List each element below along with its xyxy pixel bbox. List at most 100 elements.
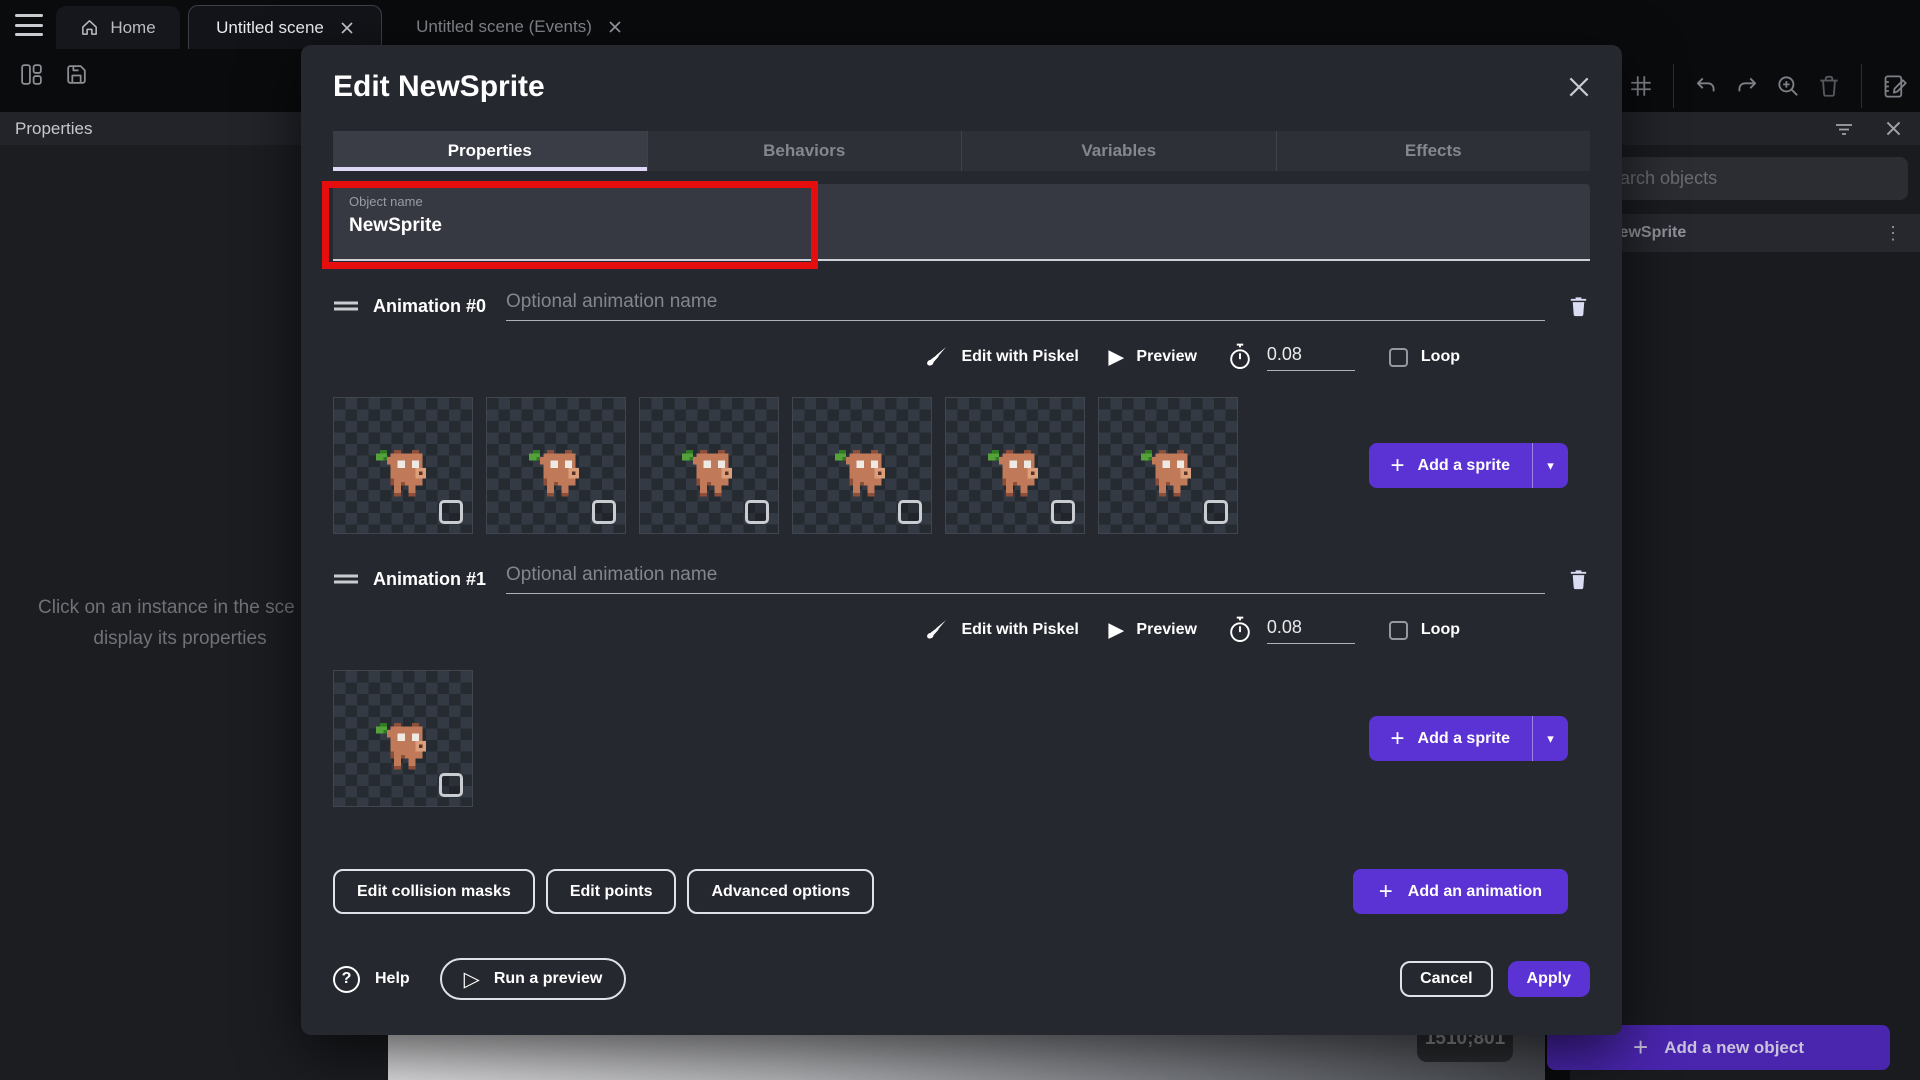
preview-label: Preview [1136, 621, 1196, 639]
object-name-field[interactable]: Object name [333, 184, 1590, 261]
tab-untitled-scene-events[interactable]: Untitled scene (Events) [388, 5, 650, 49]
pig-sprite-image [682, 450, 736, 500]
time-between-frames-field[interactable] [1267, 617, 1355, 644]
sprite-frame-thumbnail[interactable] [792, 397, 932, 534]
trash-icon[interactable] [1816, 73, 1842, 99]
close-panel-icon[interactable] [1885, 120, 1902, 137]
add-sprite-label: Add a sprite [1418, 730, 1510, 748]
add-sprite-split-button: + Add a sprite ▾ [1369, 716, 1568, 761]
add-animation-button[interactable]: + Add an animation [1353, 869, 1568, 914]
run-a-preview-label: Run a preview [494, 970, 602, 988]
left-toolbar [19, 62, 89, 87]
frame-select-checkbox[interactable] [439, 773, 463, 797]
object-name-label: Object name [349, 194, 1574, 209]
sprite-frame-thumbnail[interactable] [1098, 397, 1238, 534]
frame-select-checkbox[interactable] [1051, 500, 1075, 524]
tab-properties[interactable]: Properties [333, 131, 647, 171]
stopwatch-icon [1227, 343, 1253, 371]
loop-label: Loop [1421, 621, 1460, 639]
object-list-item[interactable]: NewSprite ⋮ [1570, 214, 1920, 252]
delete-animation-icon[interactable] [1567, 294, 1590, 318]
add-sprite-dropdown-button[interactable]: ▾ [1532, 716, 1568, 761]
animation-name-input[interactable] [506, 564, 1545, 593]
animation-section-1: Animation #1 Edit with Piskel ▶ Preview [333, 564, 1590, 807]
frame-select-checkbox[interactable] [898, 500, 922, 524]
object-menu-icon[interactable]: ⋮ [1884, 223, 1902, 244]
close-tab-icon[interactable] [340, 21, 354, 35]
loop-label: Loop [1421, 348, 1460, 366]
preview-button[interactable]: ▶ Preview [1109, 619, 1197, 642]
edit-points-button[interactable]: Edit points [546, 869, 677, 914]
save-icon[interactable] [64, 62, 89, 87]
help-button[interactable]: ? Help [333, 966, 410, 993]
tab-behaviors[interactable]: Behaviors [647, 131, 962, 171]
close-tab-icon[interactable] [608, 20, 622, 34]
advanced-options-button[interactable]: Advanced options [687, 869, 874, 914]
animation-name-input[interactable] [506, 291, 1545, 320]
frame-select-checkbox[interactable] [1204, 500, 1228, 524]
chevron-down-icon: ▾ [1547, 458, 1554, 474]
loop-checkbox[interactable] [1389, 621, 1408, 640]
sprite-frame-thumbnail[interactable] [333, 670, 473, 807]
drag-handle-icon[interactable] [333, 572, 359, 586]
scene-toolbar [1587, 64, 1908, 108]
redo-icon[interactable] [1734, 73, 1760, 99]
frame-select-checkbox[interactable] [745, 500, 769, 524]
dialog-secondary-actions: Edit collision masks Edit points Advance… [333, 869, 1590, 914]
zoom-icon[interactable] [1775, 73, 1801, 99]
loop-checkbox[interactable] [1389, 348, 1408, 367]
dialog-tabs: Properties Behaviors Variables Effects [333, 131, 1590, 171]
grid-icon[interactable] [1628, 73, 1654, 99]
plus-icon: + [1379, 880, 1393, 904]
time-between-frames-field[interactable] [1267, 344, 1355, 371]
edit-with-piskel-button[interactable]: Edit with Piskel [923, 345, 1078, 370]
add-sprite-button[interactable]: + Add a sprite [1369, 716, 1532, 761]
sprite-frame-thumbnail[interactable] [486, 397, 626, 534]
tab-untitled-scene[interactable]: Untitled scene [188, 5, 382, 49]
sprite-frame-thumbnail[interactable] [945, 397, 1085, 534]
tab-variables[interactable]: Variables [961, 131, 1276, 171]
delete-animation-icon[interactable] [1567, 567, 1590, 591]
panels-layout-icon[interactable] [19, 62, 44, 87]
plus-icon: + [1391, 727, 1405, 751]
pig-sprite-image [1141, 450, 1195, 500]
frame-select-checkbox[interactable] [592, 500, 616, 524]
cancel-button[interactable]: Cancel [1400, 961, 1492, 997]
toolbar-divider [1861, 64, 1862, 108]
pig-sprite-image [988, 450, 1042, 500]
time-between-frames-input[interactable] [1267, 344, 1355, 370]
edit-scene-properties-icon[interactable] [1881, 73, 1908, 100]
edit-collision-masks-button[interactable]: Edit collision masks [333, 869, 535, 914]
pig-sprite-image [529, 450, 583, 500]
tab-effects[interactable]: Effects [1276, 131, 1591, 171]
animation-name-field[interactable] [506, 564, 1545, 594]
edit-with-piskel-button[interactable]: Edit with Piskel [923, 618, 1078, 643]
filter-icon[interactable] [1833, 118, 1855, 140]
objects-search-box[interactable] [1582, 157, 1908, 200]
close-dialog-icon[interactable] [1568, 76, 1590, 98]
undo-icon[interactable] [1693, 73, 1719, 99]
scene-canvas[interactable] [388, 1035, 1545, 1080]
tab-home[interactable]: Home [56, 6, 180, 49]
apply-button[interactable]: Apply [1508, 961, 1590, 997]
main-menu-icon[interactable] [15, 14, 43, 36]
edit-sprite-dialog: Edit NewSprite Properties Behaviors Vari… [301, 45, 1622, 1035]
animation-name-field[interactable] [506, 291, 1545, 321]
frame-select-checkbox[interactable] [439, 500, 463, 524]
add-sprite-button[interactable]: + Add a sprite [1369, 443, 1532, 488]
play-icon: ▶ [1109, 619, 1124, 642]
preview-button[interactable]: ▶ Preview [1109, 346, 1197, 369]
add-sprite-dropdown-button[interactable]: ▾ [1532, 443, 1568, 488]
sprite-frame-thumbnail[interactable] [333, 397, 473, 534]
run-a-preview-button[interactable]: ▷ Run a preview [440, 958, 627, 1000]
object-name-input[interactable] [349, 215, 1574, 237]
drag-handle-icon[interactable] [333, 299, 359, 313]
search-objects-input[interactable] [1582, 168, 1908, 189]
time-between-frames-input[interactable] [1267, 617, 1355, 643]
gdevelop-app-window: Home Untitled scene Untitled scene (Even… [0, 0, 1920, 1080]
add-sprite-label: Add a sprite [1418, 457, 1510, 475]
frames-list [333, 670, 473, 807]
objects-panel: NewSprite ⋮ [1570, 145, 1920, 1080]
sprite-frame-thumbnail[interactable] [639, 397, 779, 534]
pig-sprite-image [835, 450, 889, 500]
